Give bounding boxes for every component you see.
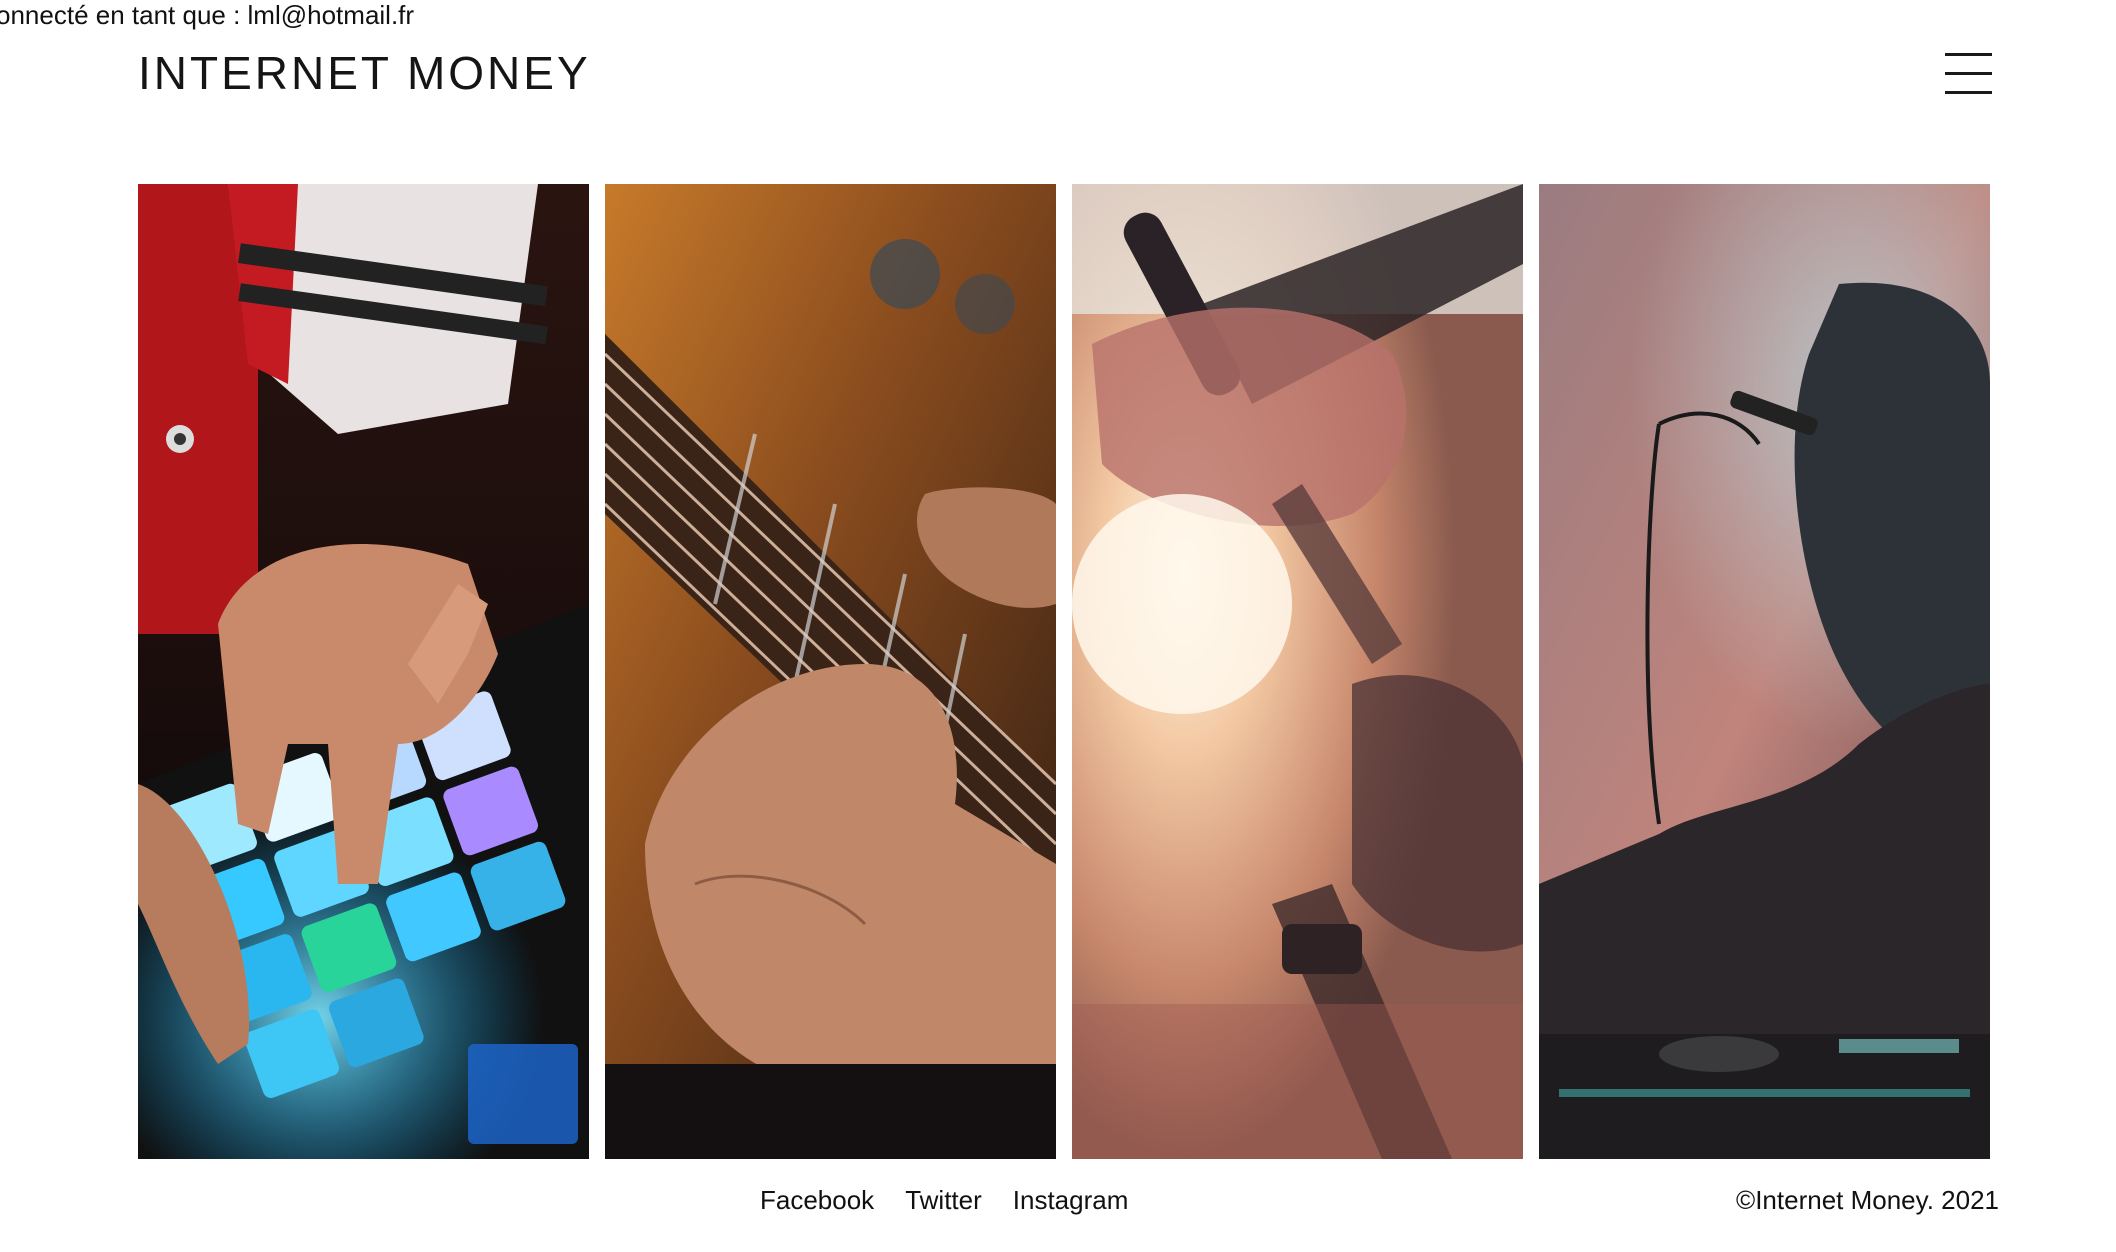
page: onnecté en tant que : lml@hotmail.fr INT… (0, 0, 2116, 1252)
copyright-text: ©Internet Money. 2021 (1736, 1185, 1999, 1215)
gallery-image-pad-controller[interactable] (138, 184, 589, 1159)
twitter-link[interactable]: Twitter (905, 1184, 982, 1216)
gallery-image-guitar[interactable] (605, 184, 1056, 1159)
gallery-image-microphone[interactable] (1072, 184, 1523, 1159)
facebook-link[interactable]: Facebook (760, 1184, 874, 1216)
login-status-text: onnecté en tant que : lml@hotmail.fr (0, 0, 415, 30)
pad-controller-image (138, 184, 589, 1159)
hamburger-menu-icon[interactable] (1945, 53, 1992, 95)
menu-bar (1945, 53, 1992, 56)
menu-bar (1945, 72, 1992, 75)
instagram-link[interactable]: Instagram (1013, 1184, 1129, 1216)
site-logo[interactable]: INTERNET MONEY (138, 46, 591, 100)
microphone-image (1072, 184, 1523, 1159)
guitar-image (605, 184, 1056, 1159)
image-gallery (138, 184, 1990, 1159)
gallery-image-dj[interactable] (1539, 184, 1990, 1159)
footer-social-links: Facebook Twitter Instagram (760, 1184, 1128, 1216)
dj-image (1539, 184, 1990, 1159)
menu-bar (1945, 91, 1992, 94)
